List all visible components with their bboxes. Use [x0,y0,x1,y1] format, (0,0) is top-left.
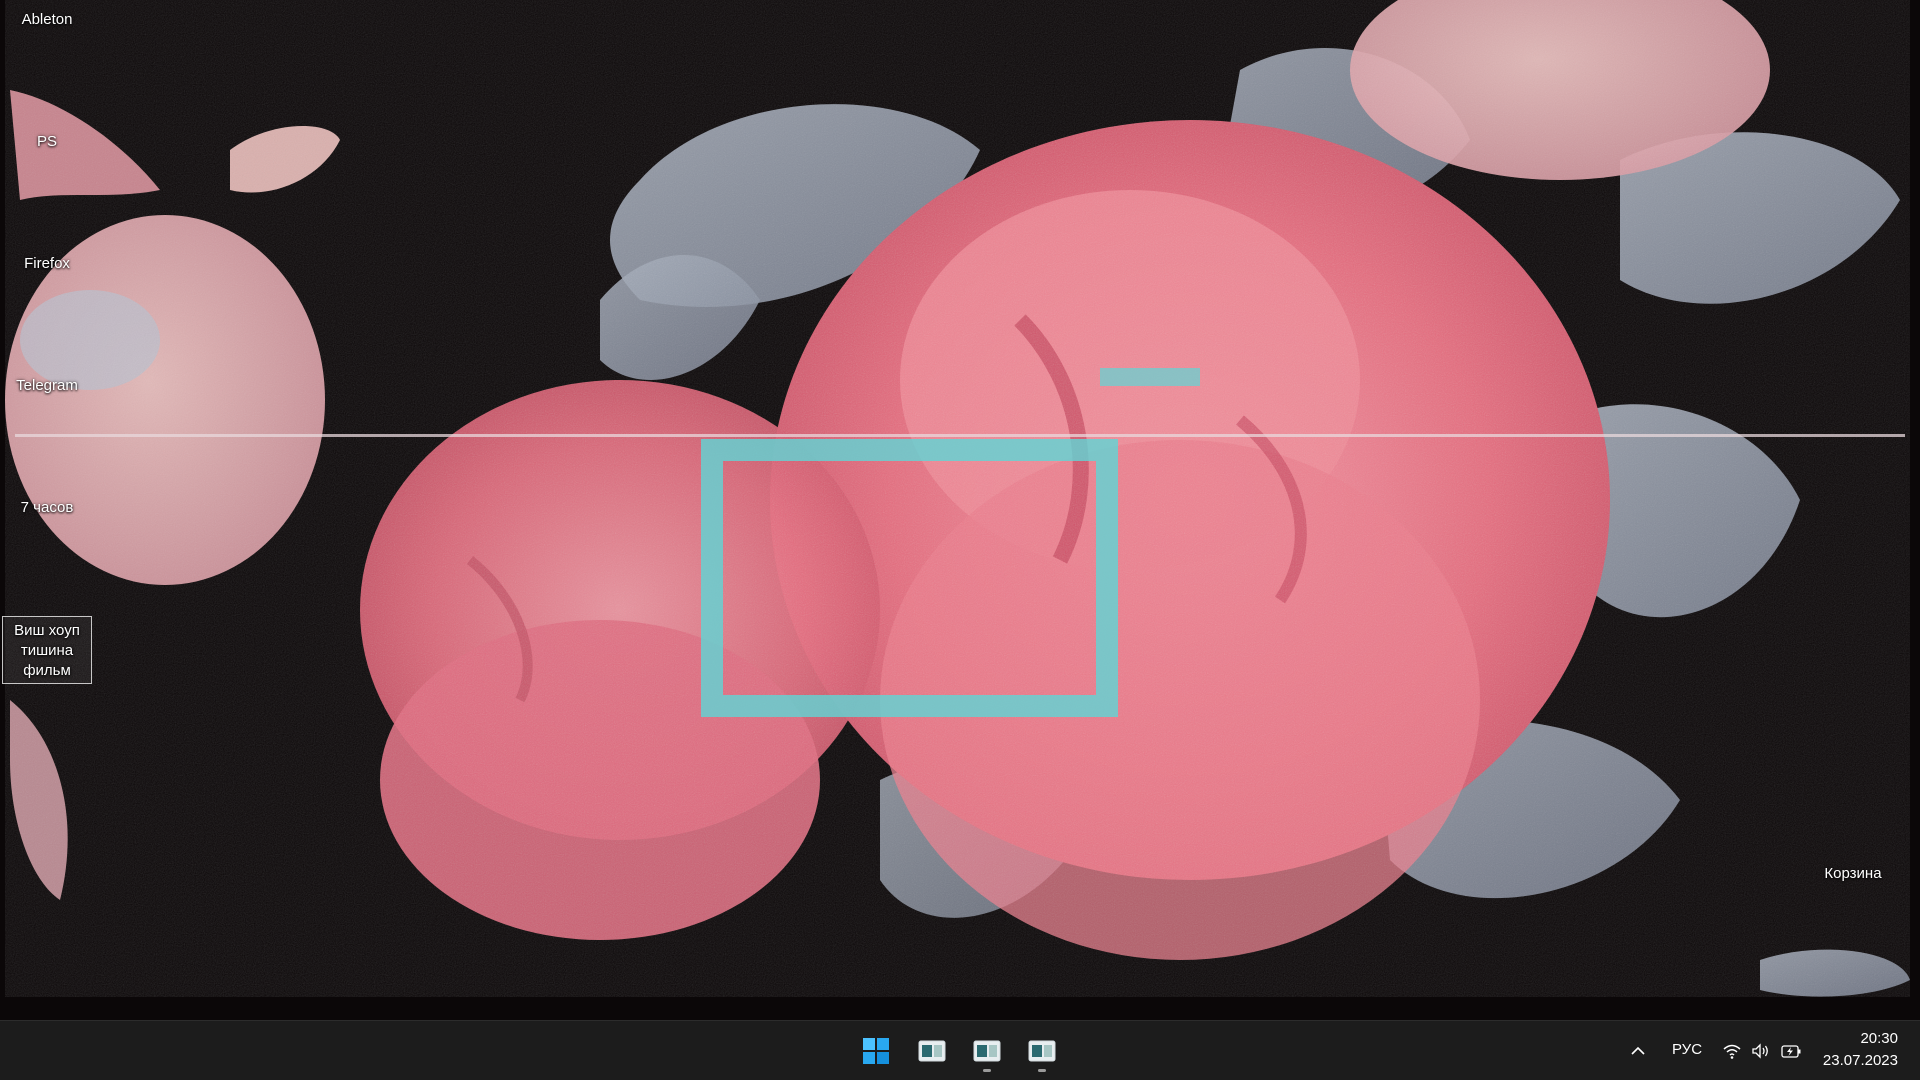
tray-overflow-button[interactable] [1628,1041,1648,1061]
input-language-indicator[interactable]: РУС [1672,1041,1702,1058]
taskbar-app-3[interactable] [1020,1029,1064,1073]
desktop-folder-7-hours[interactable]: 7 часов [4,498,90,518]
desktop-shortcut-telegram[interactable]: Telegram [4,376,90,396]
desktop-shortcut-ps[interactable]: PS [4,132,90,152]
app-window-icon [918,1040,946,1062]
floral-wallpaper-image [0,0,1920,1020]
app-window-icon [1028,1040,1056,1062]
desktop-shortcut-label: Ableton [21,11,73,28]
chevron-up-icon [1631,1046,1645,1055]
volume-icon [1752,1043,1768,1059]
desktop-shortcut-label: 7 часов [20,499,74,516]
desktop-recycle-bin[interactable]: Корзина [1808,864,1898,884]
desktop-folder-wish-hope-film[interactable]: Виш хоуп тишина фильм [2,616,92,684]
clock[interactable]: 20:30 23.07.2023 [1808,1028,1898,1072]
app-window-icon [973,1040,1001,1062]
desktop-shortcut-label: PS [36,133,57,150]
battery-charging-icon [1781,1045,1801,1058]
wifi-icon [1723,1044,1741,1059]
taskbar-app-2[interactable] [965,1029,1009,1073]
battery-button[interactable] [1780,1041,1801,1061]
volume-button[interactable] [1750,1041,1770,1061]
desktop-wallpaper [0,0,1920,1020]
network-button[interactable] [1722,1041,1742,1061]
taskbar-app-1[interactable] [910,1029,954,1073]
windows-logo-icon [863,1038,889,1064]
taskbar: РУС 20:30 23.07.2023 [0,1020,1920,1080]
start-button[interactable] [854,1029,898,1073]
clock-date: 23.07.2023 [1822,1052,1898,1069]
desktop-shortcut-ableton[interactable]: Ableton [4,10,90,30]
clock-time: 20:30 [1860,1030,1898,1047]
desktop-shortcut-label: Виш хоуп тишина фильм [14,622,80,679]
desktop-shortcut-label: Firefox [24,255,70,272]
desktop-shortcut-label: Корзина [1824,865,1882,882]
running-indicator [1038,1069,1046,1072]
running-indicator [983,1069,991,1072]
desktop-shortcut-label: Telegram [16,377,78,394]
desktop-shortcut-firefox[interactable]: Firefox [4,254,90,274]
